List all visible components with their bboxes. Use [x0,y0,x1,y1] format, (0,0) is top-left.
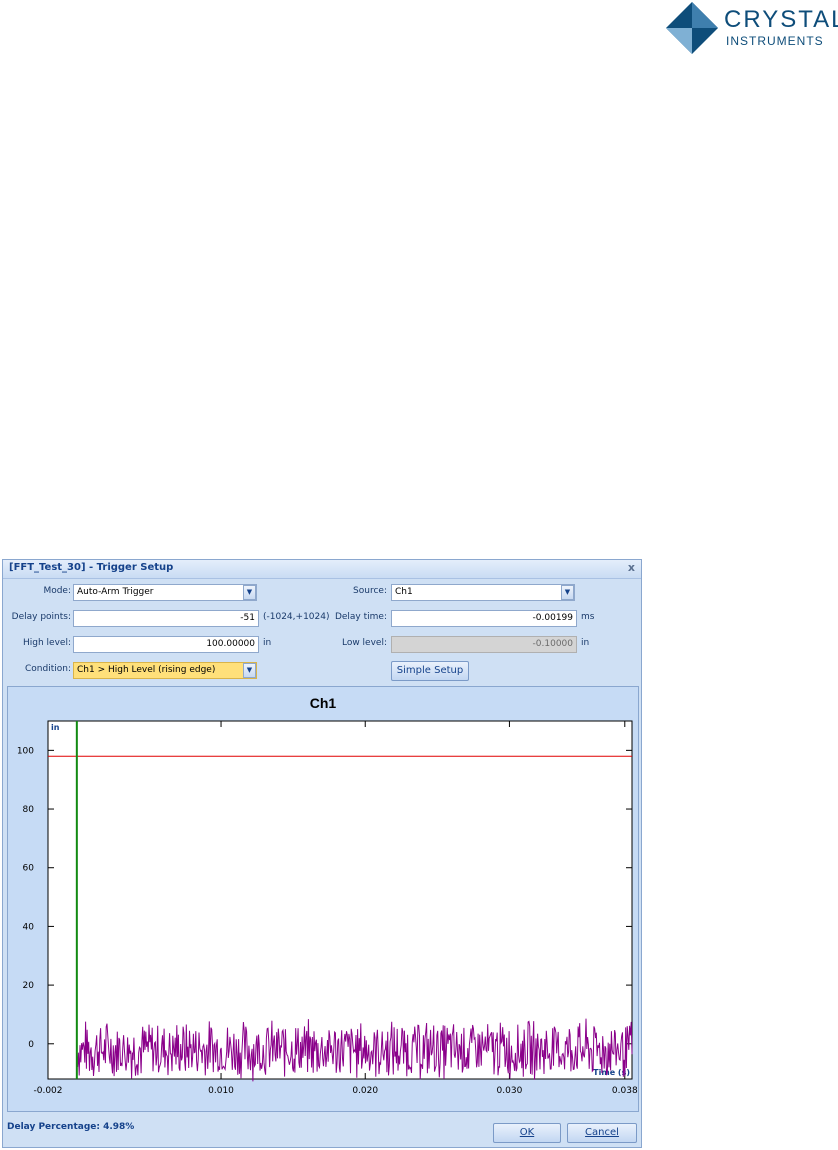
dialog-title: [FFT_Test_30] - Trigger Setup [9,562,174,573]
high-level-unit: in [263,638,272,648]
ok-label: OK [519,1127,535,1138]
high-level-label: High level: [23,638,71,648]
condition-select[interactable]: Ch1 > High Level (rising edge) [73,662,257,679]
delay-points-range: (-1024,+1024) [263,612,330,622]
crystal-instruments-logo: CRYSTAL INSTRUMENTS [662,0,838,58]
x-tick-label: -0.002 [33,1086,62,1096]
logo-diamond-icon [666,2,718,54]
delay-time-label: Delay time: [334,612,387,622]
source-label: Source: [353,586,387,596]
low-level-unit: in [581,638,590,648]
mode-label: Mode: [43,586,71,596]
low-level-input: -0.10000 [391,636,577,653]
delay-points-input[interactable]: -51 [73,610,259,627]
condition-dropdown-icon[interactable]: ▼ [243,663,256,678]
y-tick-label: 60 [23,864,35,874]
delay-percentage: Delay Percentage: 4.98% [7,1122,135,1132]
y-axis-label: in [51,723,60,732]
logo-text-crystal: CRYSTAL [724,6,838,33]
ok-button[interactable]: OK [493,1123,561,1143]
y-tick-label: 100 [17,746,34,756]
x-tick-label: 0.020 [352,1086,378,1096]
y-tick-label: 40 [23,922,35,932]
simple-setup-button[interactable]: Simple Setup [391,661,469,681]
mode-dropdown-icon[interactable]: ▼ [243,585,256,600]
y-tick-label: 0 [28,1040,34,1050]
delay-time-unit: ms [581,612,595,622]
y-tick-label: 80 [23,805,35,815]
dialog-titlebar: [FFT_Test_30] - Trigger Setup x [3,560,641,579]
x-tick-label: 0.038 [612,1086,638,1096]
trigger-setup-dialog: [FFT_Test_30] - Trigger Setup x Mode: Au… [2,559,642,1148]
y-tick-label: 20 [23,981,35,991]
x-tick-label: 0.030 [497,1086,523,1096]
condition-label: Condition: [25,664,71,674]
source-dropdown-icon[interactable]: ▼ [561,585,574,600]
high-level-input[interactable]: 100.00000 [73,636,259,653]
close-button[interactable]: x [628,561,635,574]
delay-points-label: Delay points: [11,612,71,622]
cancel-button[interactable]: Cancel [567,1123,637,1143]
chart-panel: Ch1 0 20 40 60 80 100 -0.002 0.010 0.020 0.030 0.0… [7,686,639,1112]
x-tick-label: 0.010 [208,1086,234,1096]
logo-text-instruments: INSTRUMENTS [726,34,824,48]
mode-select[interactable]: Auto-Arm Trigger [73,584,257,601]
low-level-label: Low level: [341,638,387,648]
source-select[interactable]: Ch1 [391,584,575,601]
plot-area [47,720,633,1080]
time-chart: 0 20 40 60 80 100 -0.002 0.010 0.020 0.030 0.038 in… [17,720,638,1096]
delay-time-input[interactable]: -0.00199 [391,610,577,627]
cancel-label: Cancel [585,1127,619,1138]
